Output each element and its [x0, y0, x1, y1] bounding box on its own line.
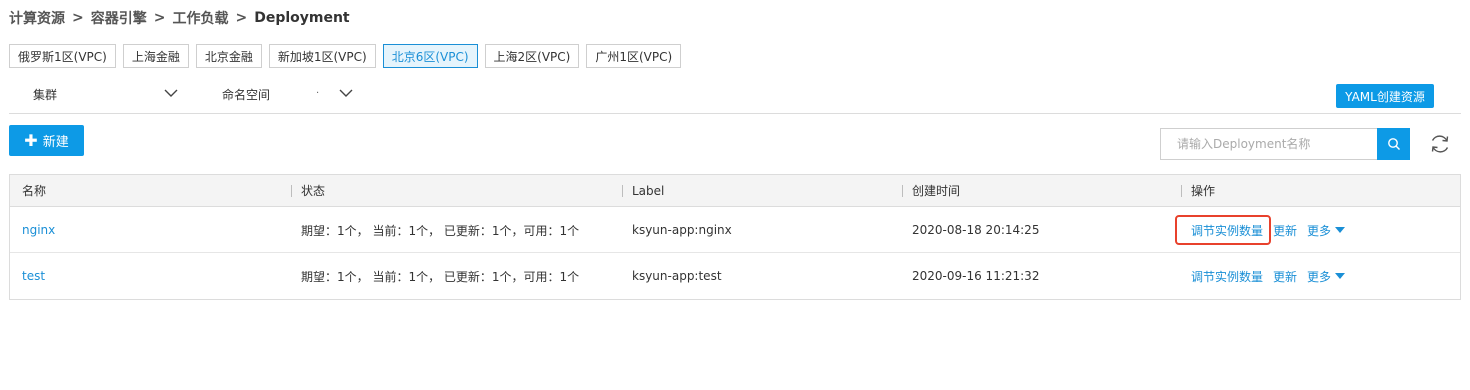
cluster-label: 集群 — [33, 87, 58, 102]
new-button-label: 新建 — [42, 135, 69, 150]
new-button[interactable]: ✚ 新建 — [9, 125, 84, 156]
search-button[interactable] — [1377, 128, 1410, 160]
more-dropdown[interactable]: 更多 — [1307, 268, 1346, 285]
breadcrumb: 计算资源 > 容器引擎 > 工作负载 > Deployment — [9, 8, 350, 28]
yaml-create-button[interactable]: YAML创建资源 — [1336, 84, 1434, 108]
region-tabs: 俄罗斯1区(VPC) 上海金融 北京金融 新加坡1区(VPC) 北京6区(VPC… — [9, 44, 682, 68]
caret-down-icon — [1335, 226, 1346, 233]
region-tab-singapore-1[interactable]: 新加坡1区(VPC) — [268, 44, 376, 68]
caret-down-icon — [1335, 272, 1346, 279]
column-header-created: 创建时间 — [902, 175, 960, 206]
region-tab-shanghai-finance[interactable]: 上海金融 — [122, 44, 189, 68]
column-header-name: 名称 — [22, 184, 47, 198]
deployment-table: 名称 状态 Label 创建时间 操作 nginx 期望：1个， 当前：1个， … — [9, 174, 1461, 300]
breadcrumb-item-workloads[interactable]: 工作负载 — [172, 8, 228, 28]
status-cell: 期望：1个， 当前：1个， 已更新：1个，可用：1个 — [301, 269, 580, 284]
chevron-down-icon — [164, 89, 178, 97]
table-row: test 期望：1个， 当前：1个， 已更新：1个，可用：1个 ksyun-ap… — [10, 253, 1460, 299]
column-header-label: Label — [622, 175, 664, 206]
table-header: 名称 状态 Label 创建时间 操作 — [10, 175, 1460, 207]
breadcrumb-current: Deployment — [254, 10, 350, 26]
region-tab-shanghai-2[interactable]: 上海2区(VPC) — [484, 44, 580, 68]
scale-replicas-link[interactable]: 调节实例数量 — [1191, 266, 1263, 287]
search-input[interactable] — [1160, 128, 1377, 160]
chevron-down-icon — [339, 89, 353, 97]
namespace-select[interactable]: 命名空间 · — [222, 82, 362, 106]
plus-icon: ✚ — [24, 130, 38, 150]
breadcrumb-item-container-engine[interactable]: 容器引擎 — [91, 8, 147, 28]
search-icon — [1387, 138, 1400, 150]
more-label: 更多 — [1307, 223, 1332, 238]
label-cell: ksyun-app:nginx — [632, 223, 732, 237]
table-row: nginx 期望：1个， 当前：1个， 已更新：1个，可用：1个 ksyun-a… — [10, 207, 1460, 253]
update-link[interactable]: 更新 — [1273, 268, 1297, 285]
deployment-name-link[interactable]: test — [22, 253, 45, 299]
created-cell: 2020-08-18 20:14:25 — [912, 223, 1040, 237]
deployment-name-link[interactable]: nginx — [22, 207, 55, 253]
breadcrumb-item-compute[interactable]: 计算资源 — [9, 8, 65, 28]
created-cell: 2020-09-16 11:21:32 — [912, 269, 1040, 283]
cluster-select[interactable]: 集群 — [33, 82, 183, 106]
breadcrumb-separator: > — [72, 10, 84, 26]
column-header-status: 状态 — [291, 175, 325, 206]
region-tab-beijing-finance[interactable]: 北京金融 — [195, 44, 262, 68]
label-cell: ksyun-app:test — [632, 269, 722, 283]
scale-replicas-link[interactable]: 调节实例数量 — [1191, 220, 1263, 241]
search-box — [1160, 128, 1410, 160]
namespace-value: · — [316, 88, 320, 99]
status-cell: 期望：1个， 当前：1个， 已更新：1个，可用：1个 — [301, 223, 580, 238]
filter-bar: 集群 命名空间 · — [9, 82, 1461, 114]
region-tab-russia-1[interactable]: 俄罗斯1区(VPC) — [9, 44, 116, 68]
row-actions: 调节实例数量 更新 更多 — [1191, 207, 1346, 253]
breadcrumb-separator: > — [235, 10, 248, 26]
column-header-actions: 操作 — [1181, 175, 1215, 206]
update-link[interactable]: 更新 — [1273, 222, 1297, 239]
more-label: 更多 — [1307, 269, 1332, 284]
more-dropdown[interactable]: 更多 — [1307, 222, 1346, 239]
breadcrumb-separator: > — [153, 10, 166, 26]
namespace-label: 命名空间 — [222, 87, 271, 102]
refresh-icon[interactable] — [1428, 132, 1452, 156]
row-actions: 调节实例数量 更新 更多 — [1191, 253, 1346, 299]
region-tab-beijing-6[interactable]: 北京6区(VPC) — [382, 44, 478, 68]
region-tab-guangzhou-1[interactable]: 广州1区(VPC) — [586, 44, 682, 68]
